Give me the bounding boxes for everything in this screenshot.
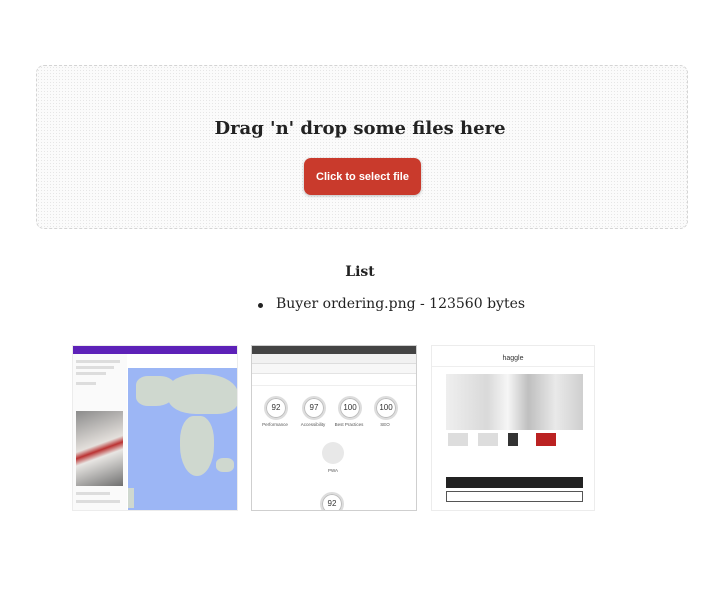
buy-button [446, 477, 583, 488]
file-dropzone[interactable] [36, 65, 688, 229]
score-gauge: 100 [338, 396, 362, 420]
shop-header: haggle [432, 352, 594, 367]
score-gauge: 100 [374, 396, 398, 420]
file-list: Buyer ordering.png - 123560 bytes [257, 296, 526, 312]
pwa-label: PWA [327, 468, 339, 473]
product-photo [76, 411, 123, 486]
score-label: Accessibility [300, 422, 326, 427]
app-bar [73, 346, 237, 354]
world-map [128, 368, 237, 510]
score-gauge: 97 [302, 396, 326, 420]
list-item: Buyer ordering.png - 123560 bytes [257, 296, 526, 312]
select-file-button[interactable]: Click to select file [304, 158, 421, 195]
score-label: Best Practices [334, 422, 364, 427]
score-gauge: 92 [264, 396, 288, 420]
thumbnail-sidebar [73, 354, 127, 510]
thumbnail-shop-product[interactable]: haggle [431, 345, 595, 511]
thumbnail-lighthouse-report[interactable]: 92 Performance 97 Accessibility 100 Best… [251, 345, 417, 511]
score-gauge: 92 [320, 492, 344, 510]
product-hero-image [446, 374, 583, 430]
thumbnail-map-app[interactable] [72, 345, 238, 511]
pwa-badge [322, 442, 344, 464]
dropzone-title: Drag 'n' drop some files here [214, 118, 506, 139]
score-label: SEO [380, 422, 390, 427]
score-label: Performance [262, 422, 288, 427]
list-heading: List [345, 264, 375, 280]
cart-button [446, 491, 583, 502]
